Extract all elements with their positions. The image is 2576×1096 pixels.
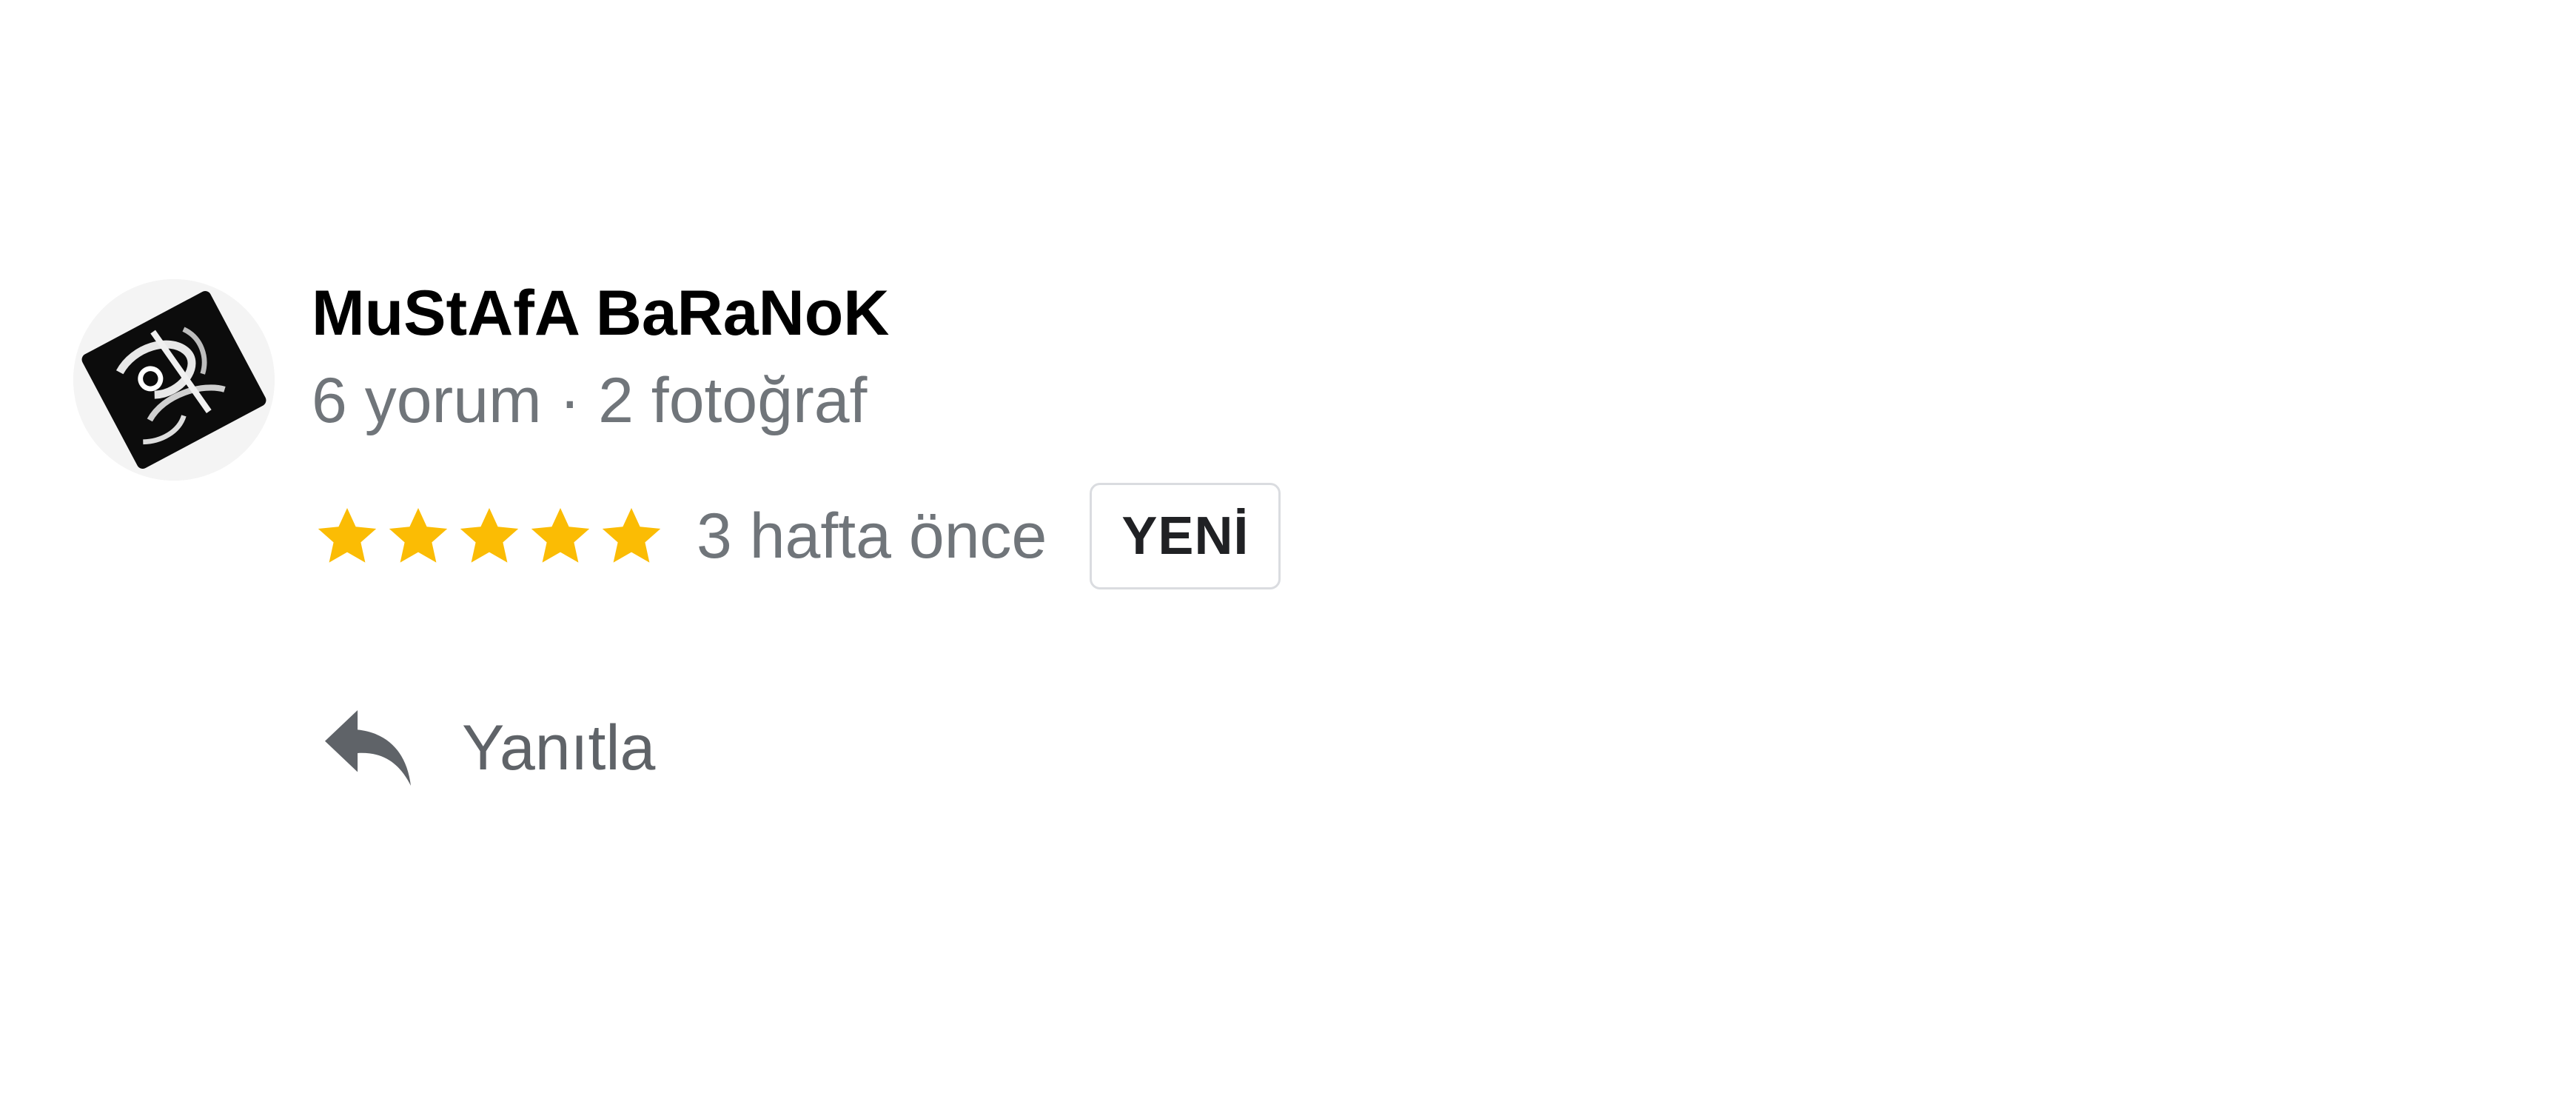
reply-label: Yanıtla (462, 712, 656, 783)
reviewer-name[interactable]: MuStAfA BaRaNoK (312, 275, 889, 352)
star-icon (318, 508, 377, 563)
review-date: 3 hafta önce (697, 501, 1047, 572)
rating-row: 3 hafta önce YENİ (312, 483, 1281, 589)
reply-button[interactable]: Yanıtla (320, 692, 655, 803)
star-icon (460, 508, 519, 563)
avatar-image (73, 279, 275, 481)
new-badge: YENİ (1090, 483, 1281, 589)
reviewer-stats[interactable]: 6 yorum · 2 fotoğraf (312, 363, 867, 439)
star-rating (312, 501, 667, 572)
star-icon (531, 508, 590, 563)
review-card: MuStAfA BaRaNoK 6 yorum · 2 fotoğraf 3 h… (0, 0, 2576, 1096)
star-icon (389, 508, 448, 563)
reply-arrow-icon (325, 709, 411, 786)
star-icon (602, 508, 661, 563)
avatar[interactable] (73, 279, 275, 481)
